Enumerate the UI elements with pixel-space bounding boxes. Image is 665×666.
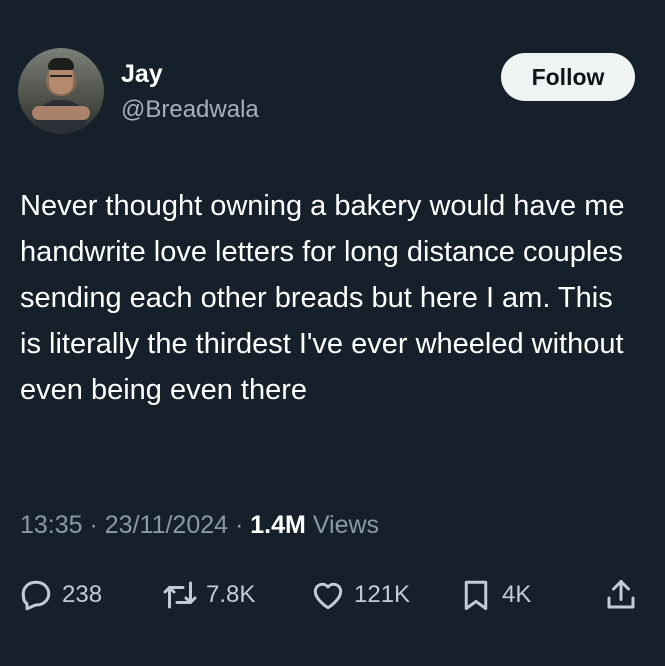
tweet-header: Jay @Breadwala Follow bbox=[18, 48, 635, 138]
share-button[interactable] bbox=[603, 575, 647, 615]
like-count: 121K bbox=[354, 581, 411, 608]
views-label: Views bbox=[305, 511, 380, 539]
follow-button[interactable]: Follow bbox=[501, 53, 635, 101]
avatar-glasses bbox=[50, 75, 72, 82]
bookmark-icon bbox=[464, 580, 488, 610]
author-handle[interactable]: @Breadwala bbox=[121, 96, 259, 124]
bottom-divider bbox=[0, 658, 665, 666]
like-button[interactable]: 121K bbox=[310, 575, 410, 615]
reply-icon bbox=[21, 580, 51, 611]
avatar[interactable] bbox=[18, 48, 104, 134]
bookmark-count: 4K bbox=[502, 581, 532, 608]
reply-button[interactable]: 238 bbox=[18, 575, 102, 615]
share-icon bbox=[607, 580, 635, 609]
avatar-arms bbox=[32, 106, 90, 120]
tweet-date[interactable]: 23/11/2024 bbox=[105, 511, 228, 539]
author-name[interactable]: Jay bbox=[121, 60, 163, 88]
like-icon bbox=[313, 582, 343, 610]
meta-separator: · bbox=[82, 511, 105, 539]
bookmark-button[interactable]: 4K bbox=[458, 575, 531, 615]
tweet-text: Never thought owning a bakery would have… bbox=[20, 190, 625, 406]
avatar-hair bbox=[48, 58, 74, 70]
tweet-time[interactable]: 13:35 bbox=[20, 511, 83, 539]
tweet-meta: 13:35 · 23/11/2024 · 1.4M Views bbox=[20, 510, 379, 540]
repost-button[interactable]: 7.8K bbox=[162, 575, 255, 615]
views-count: 1.4M bbox=[250, 511, 306, 539]
meta-separator: · bbox=[228, 511, 251, 539]
repost-count: 7.8K bbox=[206, 581, 256, 608]
action-bar: 238 7.8K 121K 4K bbox=[18, 575, 643, 615]
reply-count: 238 bbox=[62, 581, 103, 608]
repost-icon bbox=[163, 581, 197, 609]
